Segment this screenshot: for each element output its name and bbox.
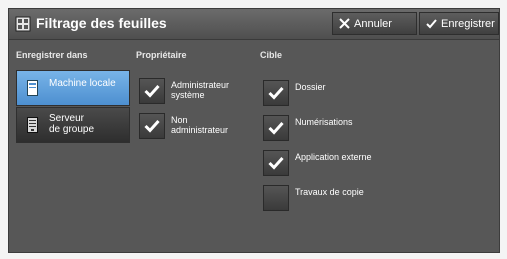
title-bar: Filtrage des feuilles Annuler Enregistre… <box>9 9 499 40</box>
save-in-local-machine[interactable]: Machine locale <box>16 70 130 106</box>
checkmark-icon <box>144 84 160 98</box>
target-heading: Cible <box>260 50 283 60</box>
target-folder-checkbox[interactable] <box>263 80 289 106</box>
filter-dialog: Filtrage des feuilles Annuler Enregistre… <box>8 8 500 253</box>
checkmark-icon <box>268 156 284 170</box>
sheet-filter-icon <box>15 16 31 32</box>
target-external-app-checkbox[interactable] <box>263 150 289 176</box>
checkmark-icon <box>268 121 284 135</box>
target-copy-jobs-checkbox[interactable] <box>263 185 289 211</box>
save-label: Enregistrer <box>441 17 495 30</box>
target-external-app-label: Application externe <box>295 152 372 162</box>
owner-heading: Propriétaire <box>136 50 187 60</box>
target-folder-label: Dossier <box>295 82 326 92</box>
machine-icon <box>27 80 38 96</box>
target-scans-checkbox[interactable] <box>263 115 289 141</box>
target-copy-jobs-label: Travaux de copie <box>295 187 364 197</box>
save-button[interactable]: Enregistrer <box>419 12 499 35</box>
x-icon <box>339 18 350 29</box>
checkmark-icon <box>144 119 160 133</box>
cancel-button[interactable]: Annuler <box>332 12 417 35</box>
save-in-group-server[interactable]: Serveur de groupe <box>16 107 130 143</box>
cancel-label: Annuler <box>354 17 392 30</box>
owner-admin-label: Administrateur système <box>171 80 230 100</box>
owner-admin-checkbox[interactable] <box>139 78 165 104</box>
checkmark-icon <box>426 18 437 28</box>
target-scans-label: Numérisations <box>295 117 353 127</box>
group-server-label: Serveur de groupe <box>49 113 95 135</box>
dialog-title: Filtrage des feuilles <box>36 15 167 31</box>
server-icon <box>27 117 38 133</box>
save-in-heading: Enregistrer dans <box>16 50 88 60</box>
checkmark-icon <box>268 86 284 100</box>
local-machine-label: Machine locale <box>49 78 116 89</box>
owner-non-admin-label: Non administrateur <box>171 115 229 135</box>
owner-non-admin-checkbox[interactable] <box>139 113 165 139</box>
